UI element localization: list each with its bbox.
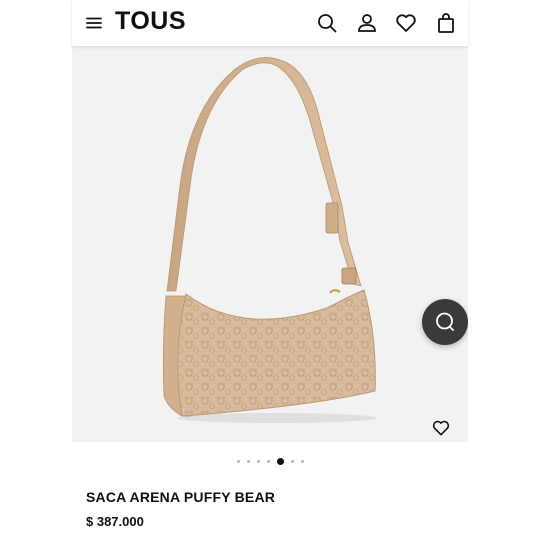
product-image-gallery[interactable] <box>72 46 468 442</box>
product-price: $ 387.000 <box>86 514 144 529</box>
gallery-pagination <box>72 457 468 465</box>
product-image <box>162 57 377 423</box>
pagination-dot[interactable] <box>276 457 284 465</box>
menu-icon[interactable] <box>84 13 104 33</box>
chat-icon <box>436 312 454 331</box>
pagination-dot[interactable] <box>236 459 240 463</box>
search-icon[interactable] <box>315 11 339 35</box>
top-header: TOUS <box>72 0 468 46</box>
pagination-dot[interactable] <box>266 459 270 463</box>
heart-icon[interactable] <box>394 11 418 35</box>
product-title: SACA ARENA PUFFY BEAR <box>86 489 276 505</box>
product-page: TOUS SACA ARENA PUFFY BEAR $ 387.000 <box>72 0 468 540</box>
pagination-dot[interactable] <box>256 459 260 463</box>
pagination-dot[interactable] <box>290 459 294 463</box>
chat-button[interactable] <box>422 299 468 345</box>
brand-logo[interactable]: TOUS <box>115 7 186 36</box>
pagination-dot[interactable] <box>300 459 304 463</box>
pagination-dot[interactable] <box>246 459 250 463</box>
user-icon[interactable] <box>355 11 379 35</box>
shopping-bag-icon[interactable] <box>434 11 458 35</box>
wishlist-heart-icon[interactable] <box>431 418 451 438</box>
